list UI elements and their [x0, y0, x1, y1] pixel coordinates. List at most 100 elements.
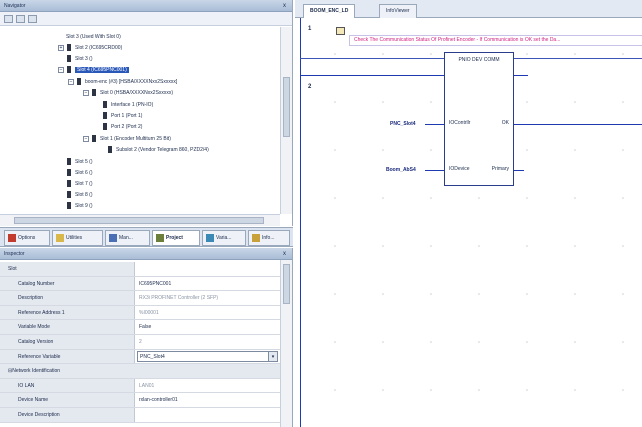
tree-item[interactable]: Port 1 (Port 1) [103, 111, 142, 121]
info-icon [252, 234, 260, 242]
property-name: Device Name [0, 393, 135, 407]
tree-item[interactable]: − Slot 1 (Encoder Multiturn 25 Bit) [83, 134, 171, 144]
module-icon [67, 169, 71, 177]
inspector-title-bar: Inspector x [0, 248, 292, 260]
tab-infoviewer[interactable]: InfoViewer [379, 4, 417, 18]
tree-item[interactable]: Slot 7 () [67, 179, 93, 189]
tree-item[interactable]: Slot 6 () [67, 168, 93, 178]
collapse-icon[interactable]: − [68, 78, 74, 85]
output-wire-ok [514, 124, 642, 125]
property-grid: Slot Catalog Number IC695PNC001 Descripti… [0, 260, 280, 427]
collapse-all-icon[interactable] [28, 15, 37, 23]
inspector-close-button[interactable]: x [283, 248, 286, 260]
function-block[interactable]: PNIO DEV COMM IOContrllr IODevice OK Pri… [444, 52, 514, 186]
function-block-title: PNIO DEV COMM [458, 57, 500, 63]
tab-project[interactable]: Project [152, 230, 200, 246]
tab-info[interactable]: Info... [248, 230, 290, 246]
tree-item[interactable]: + Slot 2 (IC695CRD00) [58, 43, 122, 53]
tree-item-selected[interactable]: − Slot 4 (IC695PNC001) [58, 65, 129, 75]
expand-all-icon[interactable] [16, 15, 25, 23]
collapse-icon[interactable]: − [83, 89, 89, 96]
property-row: Catalog Version 2 [0, 335, 280, 350]
input-variable-label[interactable]: PNC_Slot4 [390, 121, 416, 127]
tab-variables[interactable]: Varia... [202, 230, 246, 246]
scroll-thumb[interactable] [283, 77, 290, 137]
property-row: Reference Address 1 %I00001 [0, 305, 280, 321]
property-value: LAN01 [139, 382, 155, 389]
reference-variable-field[interactable]: PNC_Slot4 ▾ [136, 350, 280, 364]
project-icon [156, 234, 164, 242]
property-name: Catalog Number [0, 276, 135, 291]
project-tree: Slot 3 (Used With Slot 0) + Slot 2 (IC695… [0, 27, 280, 214]
navigator-horizontal-scrollbar[interactable] [0, 214, 280, 226]
tab-boom-enc-ld[interactable]: BOOM_ENC_LD [303, 4, 356, 18]
port-icon [103, 123, 107, 131]
ladder-canvas[interactable]: 1 Check The Communication Status Of Prof… [295, 18, 642, 427]
inspector-title: Inspector [4, 251, 25, 257]
property-name: Variable Mode [0, 320, 135, 334]
wrench-icon [56, 234, 64, 242]
navigator-pane: Navigator x Slot 3 (Used With Slot 0) + S… [0, 0, 293, 226]
tree-item[interactable]: Slot 9 () [67, 201, 93, 211]
scroll-thumb[interactable] [14, 217, 264, 224]
property-row: Device Name rxlan-controller01 [0, 393, 280, 408]
input-variable-label[interactable]: Boom_AbS4 [386, 167, 416, 173]
device-icon [77, 78, 81, 86]
property-name: Slot [0, 262, 135, 276]
collapse-icon[interactable]: − [83, 135, 89, 142]
inspector-pane: Inspector x Slot Catalog Number IC695PNC0… [0, 248, 293, 427]
tree-item[interactable]: Slot 5 () [67, 157, 93, 167]
module-icon [67, 66, 71, 74]
navigator-close-button[interactable]: x [283, 0, 286, 12]
tab-utilities[interactable]: Utilities [52, 230, 103, 246]
module-icon [67, 44, 71, 52]
expand-icon[interactable]: + [58, 44, 64, 51]
tree-item[interactable]: Slot 3 () [67, 54, 93, 64]
tree-view-icon[interactable] [4, 15, 13, 23]
module-icon [92, 135, 96, 143]
tree-item[interactable]: − boom-enc (#3) [HSBA/XXXXNxx2Sxxxxx] [68, 77, 177, 87]
dropdown-arrow-icon[interactable]: ▾ [268, 351, 277, 362]
property-value[interactable]: False [136, 320, 280, 334]
tree-item[interactable]: Slot 3 (Used With Slot 0) [66, 32, 121, 42]
inspector-vertical-scrollbar[interactable] [280, 260, 292, 427]
property-value[interactable]: rxlan-controller01 [136, 393, 280, 407]
tree-item[interactable]: Interface 1 (PN-IO) [103, 100, 153, 110]
options-icon [8, 234, 16, 242]
tab-manager[interactable]: Man... [105, 230, 150, 246]
property-name: Reference Variable [0, 349, 135, 364]
ladder-editor: BOOM_ENC_LD InfoViewer 1 Check The Commu… [295, 0, 642, 427]
tree-item[interactable]: Subslot 2 (Vendor Telegram 860, PZD2/4) [108, 145, 209, 155]
property-group-row[interactable]: ⊟Network Identification [0, 364, 280, 379]
tab-options[interactable]: Options [4, 230, 50, 246]
input-pin-label: IOContrllr [449, 120, 471, 126]
property-value [136, 262, 280, 276]
module-icon [67, 55, 71, 63]
left-power-rail [300, 18, 301, 427]
property-name: Description [0, 291, 135, 305]
navigator-vertical-scrollbar[interactable] [280, 27, 292, 214]
property-name: IO LAN [0, 378, 135, 393]
navigator-tab-strip: Options Utilities Man... Project Varia..… [0, 227, 293, 247]
rung-number: 1 [308, 26, 312, 32]
tree-item[interactable]: Slot 8 () [67, 190, 93, 200]
property-value[interactable] [136, 408, 280, 422]
port-icon [103, 112, 107, 120]
reference-variable-dropdown[interactable]: PNC_Slot4 ▾ [137, 350, 278, 363]
property-value: RX3i PROFINET Controller (2 SFP) [139, 295, 219, 302]
property-row: Device Description [0, 408, 280, 423]
module-icon [67, 158, 71, 166]
scroll-thumb[interactable] [283, 264, 290, 304]
property-value[interactable]: IC695PNC001 [136, 277, 280, 291]
module-icon [67, 191, 71, 199]
collapse-icon[interactable]: − [58, 66, 64, 73]
rung-comment[interactable]: Check The Communication Status Of Profin… [349, 35, 642, 46]
document-tab-bar: BOOM_ENC_LD InfoViewer [295, 0, 642, 18]
property-value: 2 [139, 339, 142, 345]
comment-icon[interactable] [336, 27, 345, 35]
property-row: IO LAN LAN01 [0, 378, 280, 394]
tree-item[interactable]: Port 2 (Port 2) [103, 122, 142, 132]
variables-icon [206, 234, 214, 242]
tree-item[interactable]: − Slot 0 (HSBA/XXXXNxx2Sxxxxx) [83, 88, 173, 98]
navigator-title: Navigator [4, 3, 26, 9]
